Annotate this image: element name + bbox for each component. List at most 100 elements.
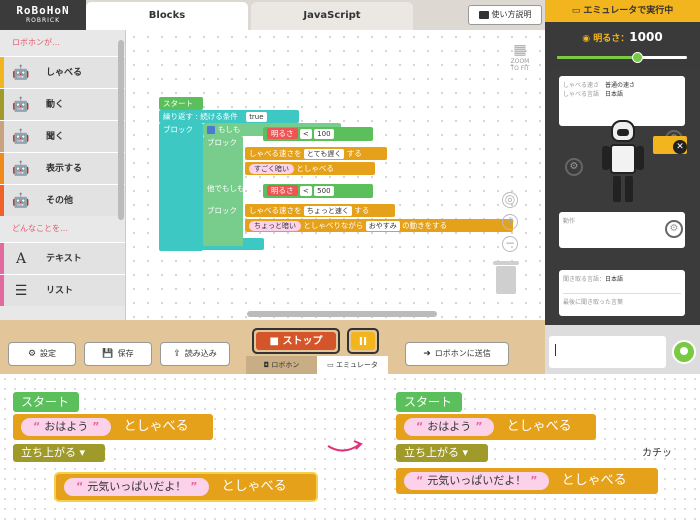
category-label: 動く: [46, 100, 65, 110]
speak-block-1[interactable]: すごく暗い としゃべる: [245, 162, 375, 175]
robohon-voice-button[interactable]: [672, 340, 696, 364]
howto-label: 使い方説明: [491, 10, 532, 19]
lang-key: しゃべる言語: [563, 91, 600, 98]
zoom-to-fit-button[interactable]: ▦ ZOOM TO FIT: [509, 42, 531, 72]
tutorial-illustration: スタート “おはよう” としゃべる 立ち上がる ▾ “元気いっぱいだよ！” とし…: [0, 374, 700, 528]
repeat-block[interactable]: 繰り返す : 続ける条件 true: [159, 110, 299, 123]
listen-bubble: 聞き取る言語：日本語 最後に聞き取った言葉: [559, 270, 685, 316]
load-label: 読み込み: [184, 349, 217, 358]
speech-speed-block-1[interactable]: しゃべる速さを とても遅く する: [245, 147, 387, 160]
arrow-right-icon: [327, 440, 363, 452]
close-icon[interactable]: ✕: [673, 140, 687, 154]
settings-button[interactable]: ⚙ 設定: [8, 342, 76, 366]
tut-speak-block-1: “おはよう” としゃべる: [13, 414, 213, 440]
save-button[interactable]: 💾 保存: [84, 342, 152, 366]
list-icon: ☰: [14, 283, 28, 299]
voice-input-field[interactable]: [549, 336, 666, 368]
tab-javascript[interactable]: JavaScript: [251, 2, 413, 30]
speech-speed-block-2[interactable]: しゃべる速さを ちょっと速く する: [245, 204, 395, 217]
tut-speech-text: “おはよう”: [21, 417, 112, 436]
recenter-icon[interactable]: ◎: [502, 192, 518, 208]
robohon-robot: [601, 120, 645, 210]
brightness-slider[interactable]: [557, 52, 687, 63]
category-display[interactable]: 🤖 表示する: [0, 152, 125, 184]
robot-body: [610, 144, 636, 174]
robot-arm-left: [602, 146, 610, 170]
logo-subtext: ROBRICK: [25, 17, 61, 24]
brightness-sensor[interactable]: 明るさ: [267, 185, 298, 196]
speech-text[interactable]: ちょっと暗い: [249, 221, 301, 231]
brightness-value: 1000: [629, 30, 663, 44]
speed-key: しゃべる速さ: [563, 82, 600, 89]
tut-start-block: スタート: [13, 392, 79, 412]
speak-while-label: としゃべりながら: [303, 221, 364, 230]
zoom-in-icon[interactable]: +: [502, 214, 518, 230]
motion-end-label: の動きをする: [402, 221, 448, 230]
zoom-controls: ◎ + −: [502, 192, 524, 258]
robot-other-icon: 🤖: [12, 193, 30, 209]
category-listen[interactable]: 🤖 聞く: [0, 120, 125, 152]
suru-label: する: [346, 149, 362, 158]
category-move[interactable]: 🤖 動く: [0, 88, 125, 120]
speech-text[interactable]: すごく暗い: [249, 164, 294, 174]
load-button[interactable]: ⇪ 読み込み: [160, 342, 230, 366]
category-text[interactable]: A テキスト: [0, 242, 125, 274]
pause-button[interactable]: II: [347, 328, 379, 354]
category-list[interactable]: ☰ リスト: [0, 274, 125, 306]
workspace-scrollbar[interactable]: [247, 311, 437, 317]
mode-emulator-label: エミュレータ: [335, 361, 378, 369]
block-workspace[interactable]: スタート 繰り返す : 続ける条件 true ブロック もしも ブロック 明るさ…: [127, 30, 545, 320]
trash-icon[interactable]: [493, 261, 519, 294]
robot-leg-left: [613, 176, 621, 202]
compare-operator[interactable]: <: [299, 129, 312, 139]
speak-move-block[interactable]: ちょっと暗い としゃべりながら おやすみ の動きをする: [245, 219, 513, 232]
robot-display-icon: 🤖: [12, 161, 30, 177]
compare-operator[interactable]: <: [299, 186, 312, 196]
category-other[interactable]: 🤖 その他: [0, 184, 125, 216]
repeat-condition[interactable]: true: [246, 112, 267, 122]
zoom-fit-icon: ▦: [513, 42, 527, 58]
robot-head: [611, 120, 635, 142]
save-label: 保存: [117, 349, 134, 358]
compare-block-2[interactable]: 明るさ < 500: [263, 184, 373, 198]
if-do-label: ブロック: [207, 138, 237, 147]
mode-robohon-label: ロボホン: [271, 361, 300, 369]
tab-blocks[interactable]: Blocks: [86, 2, 248, 30]
elseif-do-label: ブロック: [203, 204, 243, 217]
gear-icon[interactable]: [207, 126, 215, 134]
zoom-out-icon[interactable]: −: [502, 236, 518, 252]
sidebar-scrollbar[interactable]: [118, 40, 124, 220]
category-label: その他: [46, 196, 74, 206]
brightness-sensor[interactable]: 明るさ: [267, 128, 298, 139]
send-icon: ➜: [423, 349, 431, 359]
speech-speed-select[interactable]: ちょっと速く: [303, 206, 352, 216]
tut-start-block-after: スタート: [396, 392, 462, 412]
brightness-control: ◉ 明るさ：1000: [545, 22, 700, 70]
send-to-robohon-button[interactable]: ➜ ロボホンに送信: [405, 342, 509, 366]
slider-knob[interactable]: [631, 52, 643, 63]
compare-value[interactable]: 500: [314, 186, 334, 196]
tut-stand-block: 立ち上がる ▾: [13, 444, 105, 462]
category-label: 表示する: [46, 164, 83, 174]
motion-select[interactable]: おやすみ: [365, 221, 400, 231]
repeat-label: 繰り返す : 続ける条件: [163, 112, 238, 121]
speech-speed-select[interactable]: とても遅く: [303, 149, 345, 159]
howto-button[interactable]: 使い方説明: [468, 5, 542, 25]
listen-value: 日本語: [605, 276, 624, 283]
start-block[interactable]: スタート: [159, 97, 203, 110]
mode-emulator[interactable]: ▭ エミュレータ: [317, 356, 388, 374]
compare-value[interactable]: 100: [314, 129, 334, 139]
category-label: しゃべる: [46, 68, 83, 78]
mode-robohon[interactable]: ◘ ロボホン: [246, 356, 317, 374]
stop-button[interactable]: ■ ストップ: [252, 328, 340, 354]
recognized-key: 最後に聞き取った言葉: [563, 299, 624, 306]
emulator-header: ▭ エミュレータで実行中: [545, 0, 700, 22]
category-group-robohon: ロボホンが…: [0, 30, 125, 56]
emulator-title: エミュレータで実行中: [583, 6, 674, 16]
click-sound-label: カチッ: [642, 448, 672, 459]
compare-block-1[interactable]: 明るさ < 100: [263, 127, 373, 141]
block-category-sidebar: ロボホンが… 🤖 しゃべる 🤖 動く 🤖 聞く 🤖 表示する 🤖 その他 どんな…: [0, 30, 126, 320]
speak-label: としゃべる: [296, 164, 334, 173]
tut-stand-label: 立ち上がる: [404, 446, 459, 459]
category-speak[interactable]: 🤖 しゃべる: [0, 56, 125, 88]
